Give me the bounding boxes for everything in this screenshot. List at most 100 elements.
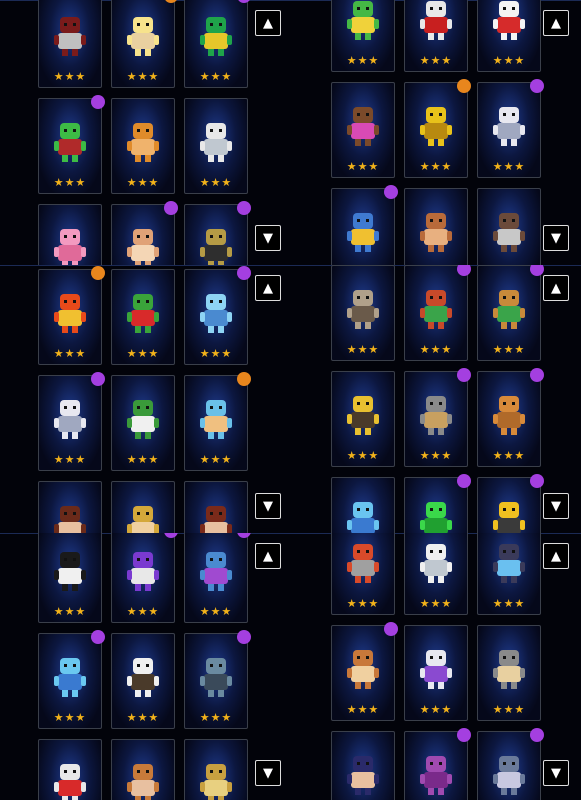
character-card[interactable]: ★★★ bbox=[477, 79, 544, 178]
character-card[interactable]: ★★★ bbox=[404, 368, 471, 467]
character-card[interactable]: ★★★ bbox=[404, 188, 468, 265]
character-card[interactable]: ★★★ bbox=[38, 630, 105, 729]
character-card[interactable]: ★★★ bbox=[184, 98, 248, 194]
character-card[interactable]: ★★★ bbox=[184, 372, 251, 471]
character-card[interactable]: ★★★ bbox=[404, 533, 468, 615]
blue-robot-icon bbox=[344, 211, 382, 253]
star-rating: ★★★ bbox=[126, 605, 160, 618]
character-card[interactable]: ★★★ bbox=[477, 0, 541, 72]
phone-booth-icon bbox=[344, 288, 382, 330]
character-card[interactable]: ★★★ bbox=[404, 0, 468, 72]
character-card[interactable]: ★★★ bbox=[477, 188, 541, 265]
excavator-icon bbox=[490, 500, 528, 533]
character-card[interactable]: ★★★ bbox=[331, 265, 395, 361]
purple-badge-icon bbox=[457, 474, 471, 488]
character-card[interactable]: ★★★ bbox=[184, 266, 251, 365]
purple-badge-icon bbox=[237, 201, 251, 215]
character-card[interactable]: ★★★ bbox=[111, 481, 175, 533]
android-icon bbox=[197, 656, 235, 698]
star-rating: ★★★ bbox=[346, 703, 380, 716]
green-frog-icon bbox=[344, 0, 382, 41]
scroll-down-button[interactable]: ▼ bbox=[543, 225, 569, 251]
star-rating: ★★★ bbox=[492, 54, 526, 67]
star-rating: ★★★ bbox=[492, 703, 526, 716]
chest-man-icon bbox=[124, 762, 162, 800]
character-card[interactable]: ★★★ bbox=[38, 372, 105, 471]
character-card[interactable]: ★★★ bbox=[184, 630, 251, 729]
character-card[interactable]: ★★★ bbox=[331, 0, 395, 72]
star-rating: ★★★ bbox=[346, 449, 380, 462]
drummer-icon bbox=[51, 15, 89, 57]
character-card[interactable]: ★★★ bbox=[184, 0, 251, 88]
character-grid: ★★★★★★★★★★★★★★★★★★★★★★★★★★★ bbox=[38, 533, 251, 800]
character-card[interactable]: ★★★ bbox=[404, 265, 471, 361]
character-card[interactable]: ★★★ bbox=[111, 739, 175, 800]
character-card[interactable]: ★★★ bbox=[111, 533, 178, 623]
character-card[interactable]: ★★★ bbox=[404, 474, 471, 533]
fire-demon-icon bbox=[51, 292, 89, 334]
character-card[interactable]: ★★★ bbox=[111, 201, 178, 265]
character-grid: ★★★★★★★★★★★★★★★★★★★★★★★★★★★ bbox=[38, 0, 251, 265]
mandrake-icon bbox=[490, 288, 528, 330]
scroll-down-button[interactable]: ▼ bbox=[543, 760, 569, 786]
character-card[interactable]: ★★★ bbox=[111, 375, 175, 471]
character-card[interactable]: ★★★ bbox=[111, 0, 178, 88]
character-card[interactable]: ★★★ bbox=[38, 204, 102, 265]
character-card[interactable]: ★★★ bbox=[331, 185, 398, 265]
purple-badge-icon bbox=[530, 728, 544, 742]
scroll-down-button[interactable]: ▼ bbox=[255, 225, 281, 251]
character-card[interactable]: ★★★ bbox=[38, 0, 102, 88]
star-rating: ★★★ bbox=[199, 711, 233, 724]
purple-badge-icon bbox=[164, 201, 178, 215]
character-card[interactable]: ★★★ bbox=[38, 266, 105, 365]
scroll-up-button[interactable]: ▲ bbox=[543, 10, 569, 36]
character-card[interactable]: ★★★ bbox=[477, 625, 541, 721]
character-card[interactable]: ★★★ bbox=[477, 265, 544, 361]
star-rating: ★★★ bbox=[126, 347, 160, 360]
character-card[interactable]: ★★★ bbox=[184, 739, 248, 800]
purple-badge-icon bbox=[457, 368, 471, 382]
scroll-up-button[interactable]: ▲ bbox=[543, 543, 569, 569]
character-card[interactable]: ★★★ bbox=[184, 201, 251, 265]
purple-badge-icon bbox=[237, 630, 251, 644]
purple-badge-icon bbox=[530, 368, 544, 382]
scroll-up-button[interactable]: ▲ bbox=[255, 275, 281, 301]
character-card[interactable]: ★★★ bbox=[111, 633, 175, 729]
ghost-woman-icon bbox=[124, 550, 162, 592]
scroll-down-button[interactable]: ▼ bbox=[255, 760, 281, 786]
character-card[interactable]: ★★★ bbox=[477, 368, 544, 467]
blue-dragon-icon bbox=[197, 550, 235, 592]
dark-blob-icon bbox=[490, 542, 528, 584]
scroll-down-button[interactable]: ▼ bbox=[543, 493, 569, 519]
character-card[interactable]: ★★★ bbox=[331, 371, 395, 467]
character-card[interactable]: ★★★ bbox=[477, 728, 544, 800]
blue-spirit-icon bbox=[197, 292, 235, 334]
character-card[interactable]: ★★★ bbox=[331, 622, 398, 721]
character-card[interactable]: ★★★ bbox=[331, 82, 395, 178]
character-card[interactable]: ★★★ bbox=[477, 533, 541, 615]
character-card[interactable]: ★★★ bbox=[477, 474, 544, 533]
character-card[interactable]: ★★★ bbox=[331, 533, 395, 615]
character-grid: ★★★★★★★★★★★★★★★★★★★★★★★★★★★ bbox=[331, 533, 544, 800]
character-card[interactable]: ★★★ bbox=[331, 477, 395, 533]
orange-badge-icon bbox=[457, 79, 471, 93]
character-card[interactable]: ★★★ bbox=[38, 481, 102, 533]
character-card[interactable]: ★★★ bbox=[184, 533, 251, 623]
character-card[interactable]: ★★★ bbox=[111, 98, 175, 194]
character-card[interactable]: ★★★ bbox=[38, 739, 102, 800]
star-rating: ★★★ bbox=[346, 343, 380, 356]
character-card[interactable]: ★★★ bbox=[404, 625, 468, 721]
character-card[interactable]: ★★★ bbox=[404, 79, 471, 178]
character-card[interactable]: ★★★ bbox=[331, 731, 395, 800]
character-card[interactable]: ★★★ bbox=[111, 269, 175, 365]
scroll-up-button[interactable]: ▲ bbox=[255, 10, 281, 36]
character-card[interactable]: ★★★ bbox=[404, 728, 471, 800]
character-card[interactable]: ★★★ bbox=[38, 533, 102, 623]
scroll-up-button[interactable]: ▲ bbox=[543, 275, 569, 301]
character-card[interactable]: ★★★ bbox=[38, 95, 105, 194]
scroll-up-button[interactable]: ▲ bbox=[255, 543, 281, 569]
character-card[interactable]: ★★★ bbox=[184, 481, 248, 533]
orange-badge-icon bbox=[164, 0, 178, 3]
scroll-down-button[interactable]: ▼ bbox=[255, 493, 281, 519]
star-rating: ★★★ bbox=[419, 54, 453, 67]
